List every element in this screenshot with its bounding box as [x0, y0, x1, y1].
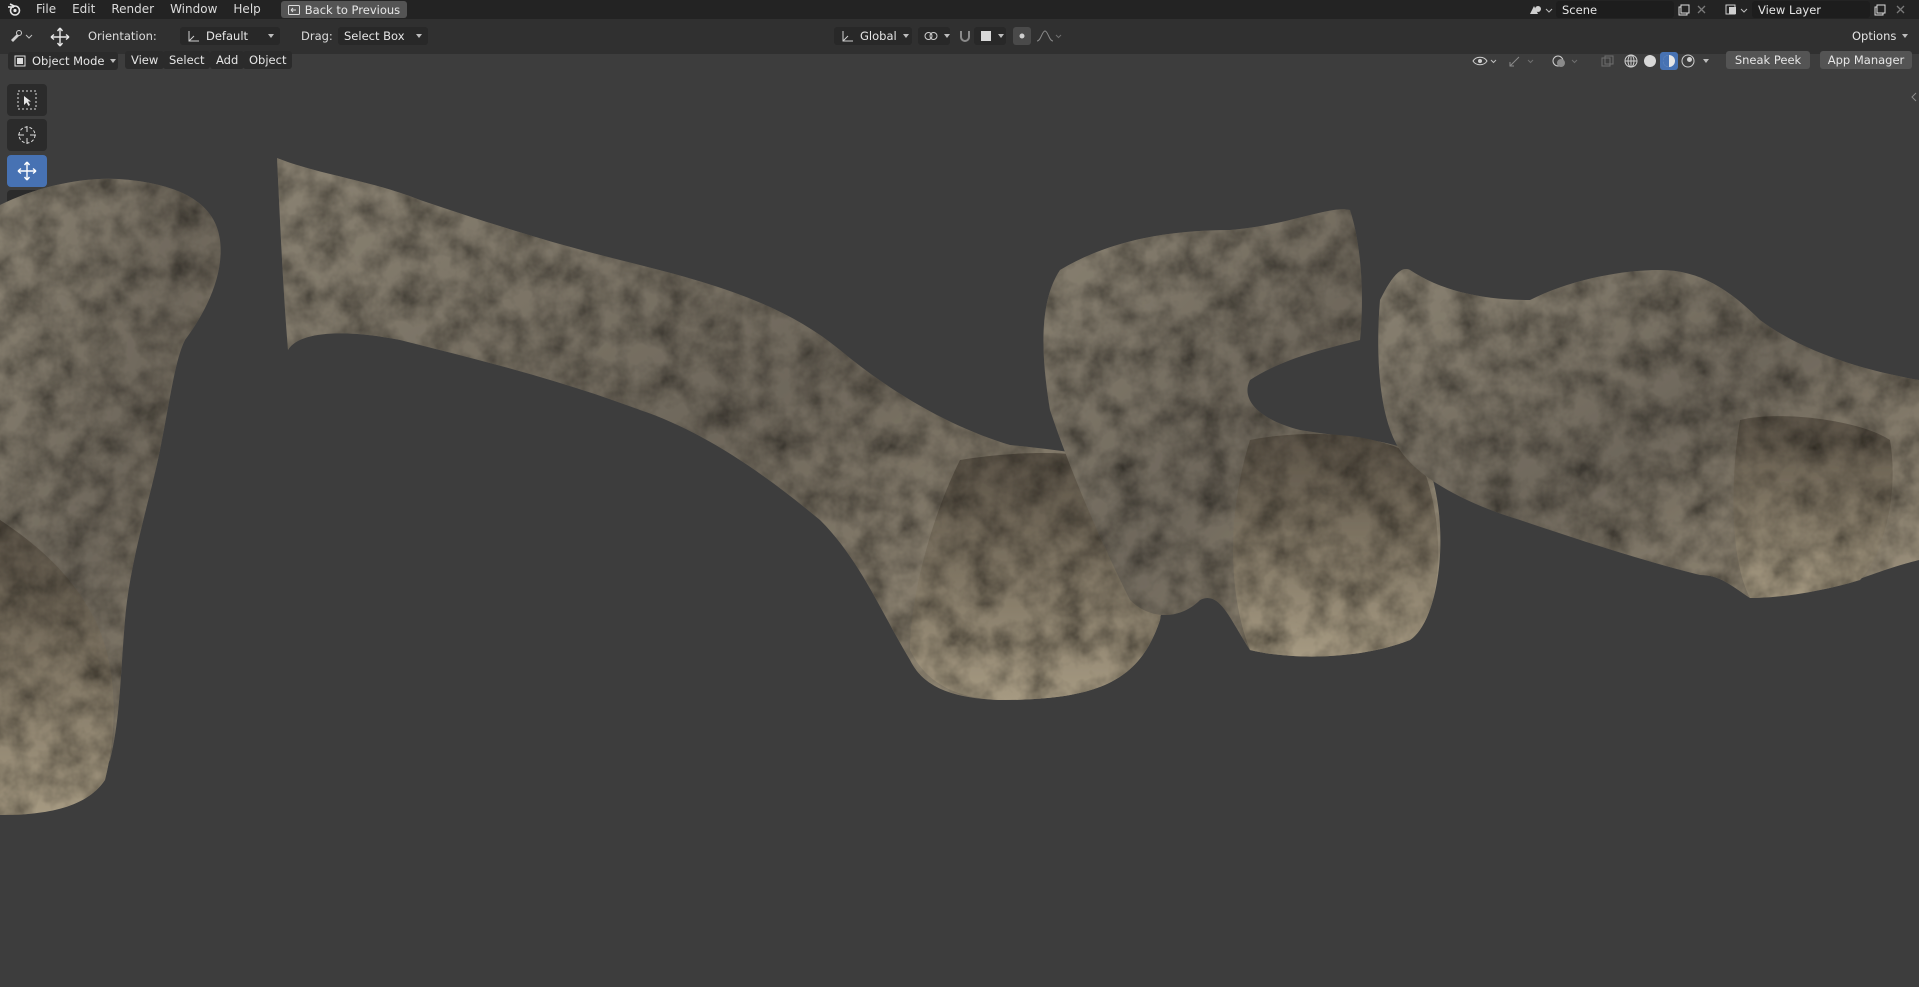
chevron-down-icon	[944, 34, 950, 38]
move-tool-indicator-icon	[49, 26, 71, 48]
view-layer-name: View Layer	[1758, 2, 1822, 17]
screen-back-icon	[287, 4, 300, 15]
measure-ruler-icon	[19, 341, 36, 358]
delete-view-layer-icon[interactable]	[1893, 1, 1907, 18]
snap-target-dropdown[interactable]	[974, 27, 1006, 45]
orientation-value: Default	[206, 29, 249, 43]
cursor-icon	[18, 126, 36, 144]
add-cube-icon	[16, 378, 37, 395]
object-mode-icon	[14, 55, 26, 67]
proportional-editing-icon[interactable]	[1013, 27, 1031, 45]
view-layer-selector-icon[interactable]	[1722, 1, 1752, 18]
interaction-mode-dropdown[interactable]: Object Mode	[8, 52, 118, 70]
viewport-menu-add[interactable]: Add	[210, 51, 245, 69]
measure-tool[interactable]	[7, 333, 47, 365]
scene-selector-icon[interactable]	[1525, 1, 1555, 18]
back-to-previous-label: Back to Previous	[304, 2, 401, 17]
scale-tool[interactable]	[7, 225, 47, 257]
add-cube-tool[interactable]	[7, 371, 47, 403]
top-menu-bar: File Edit Render Window Help Back to Pre…	[0, 0, 1919, 19]
viewport-scene	[0, 158, 1919, 815]
menu-file[interactable]: File	[28, 0, 64, 19]
select-box-tool[interactable]	[7, 84, 47, 116]
select-box-icon	[17, 90, 37, 110]
cursor-tool[interactable]	[7, 119, 47, 151]
overlays-toggle-icon[interactable]	[1550, 52, 1584, 70]
orientation-label: Orientation:	[88, 29, 157, 43]
shading-options-chevron-icon[interactable]	[1699, 52, 1713, 70]
back-to-previous-button[interactable]: Back to Previous	[280, 1, 408, 18]
orientation-axes-icon	[186, 30, 200, 43]
transform-tool[interactable]	[7, 260, 47, 292]
scale-icon	[18, 232, 36, 250]
menu-help[interactable]: Help	[225, 0, 268, 19]
new-scene-icon[interactable]	[1676, 1, 1692, 18]
menu-window[interactable]: Window	[162, 0, 225, 19]
menu-render[interactable]: Render	[103, 0, 162, 19]
view-layer-name-field[interactable]: View Layer	[1752, 1, 1870, 18]
scene-name-field[interactable]: Scene	[1556, 1, 1674, 18]
annotate-tool[interactable]	[7, 298, 47, 330]
wireframe-shading-icon[interactable]	[1622, 52, 1640, 70]
rotate-icon	[19, 198, 35, 214]
scene-name: Scene	[1562, 2, 1598, 17]
viewport-menu-object[interactable]: Object	[243, 51, 293, 69]
chevron-down-icon	[1902, 34, 1909, 38]
proportional-falloff-icon[interactable]	[1034, 27, 1064, 45]
new-view-layer-icon[interactable]	[1872, 1, 1888, 18]
rock-mesh-arch[interactable]	[1043, 209, 1441, 657]
move-tool[interactable]	[7, 155, 47, 187]
interaction-mode-value: Object Mode	[32, 54, 105, 68]
rock-mesh-center[interactable]	[277, 158, 1163, 700]
tool-settings-header: Orientation: Default Drag: Select Box Gl…	[0, 19, 1919, 54]
pivot-point-dropdown[interactable]	[918, 27, 950, 45]
tool-shelf	[7, 84, 47, 406]
rock-mesh-right[interactable]	[1378, 269, 1919, 598]
xray-toggle-icon[interactable]	[1598, 52, 1616, 70]
move-icon	[17, 161, 37, 181]
snap-magnet-icon[interactable]	[956, 27, 974, 45]
transform-icon	[18, 267, 36, 285]
chevron-down-icon	[110, 59, 117, 63]
app-manager-button[interactable]: App Manager	[1820, 51, 1912, 69]
pivot-link-icon	[924, 30, 938, 42]
options-dropdown[interactable]: Options	[1846, 27, 1910, 45]
sidebar-toggle-icon[interactable]	[1908, 90, 1918, 104]
chevron-down-icon	[998, 34, 1004, 38]
drag-label: Drag:	[301, 29, 333, 43]
rotate-tool[interactable]	[7, 190, 47, 222]
chevron-down-icon	[268, 34, 274, 38]
sneak-peek-button[interactable]: Sneak Peek	[1726, 51, 1810, 69]
menu-edit[interactable]: Edit	[64, 0, 103, 19]
chevron-down-icon	[416, 34, 422, 38]
solid-shading-icon[interactable]	[1641, 52, 1659, 70]
viewport-menu-select[interactable]: Select	[163, 51, 211, 69]
transform-orientation-value: Global	[860, 29, 897, 43]
orientation-dropdown[interactable]: Default	[180, 27, 280, 45]
object-visibility-icon[interactable]	[1470, 52, 1500, 70]
blender-logo-icon[interactable]	[0, 0, 28, 19]
transform-orientation-dropdown[interactable]: Global	[834, 27, 912, 45]
drag-dropdown[interactable]: Select Box	[338, 27, 428, 45]
rendered-shading-icon[interactable]	[1679, 52, 1697, 70]
tool-settings-icon[interactable]	[8, 27, 36, 45]
material-preview-shading-icon[interactable]	[1660, 52, 1678, 70]
options-label: Options	[1852, 29, 1897, 43]
chevron-down-icon	[902, 34, 909, 38]
viewport-menu-view[interactable]: View	[125, 51, 165, 69]
global-axes-icon	[840, 30, 854, 43]
delete-scene-icon[interactable]	[1694, 1, 1708, 18]
snap-increment-icon	[980, 30, 992, 42]
gizmo-toggle-icon[interactable]	[1506, 52, 1540, 70]
drag-value: Select Box	[344, 29, 405, 43]
annotate-pencil-icon	[18, 306, 36, 324]
